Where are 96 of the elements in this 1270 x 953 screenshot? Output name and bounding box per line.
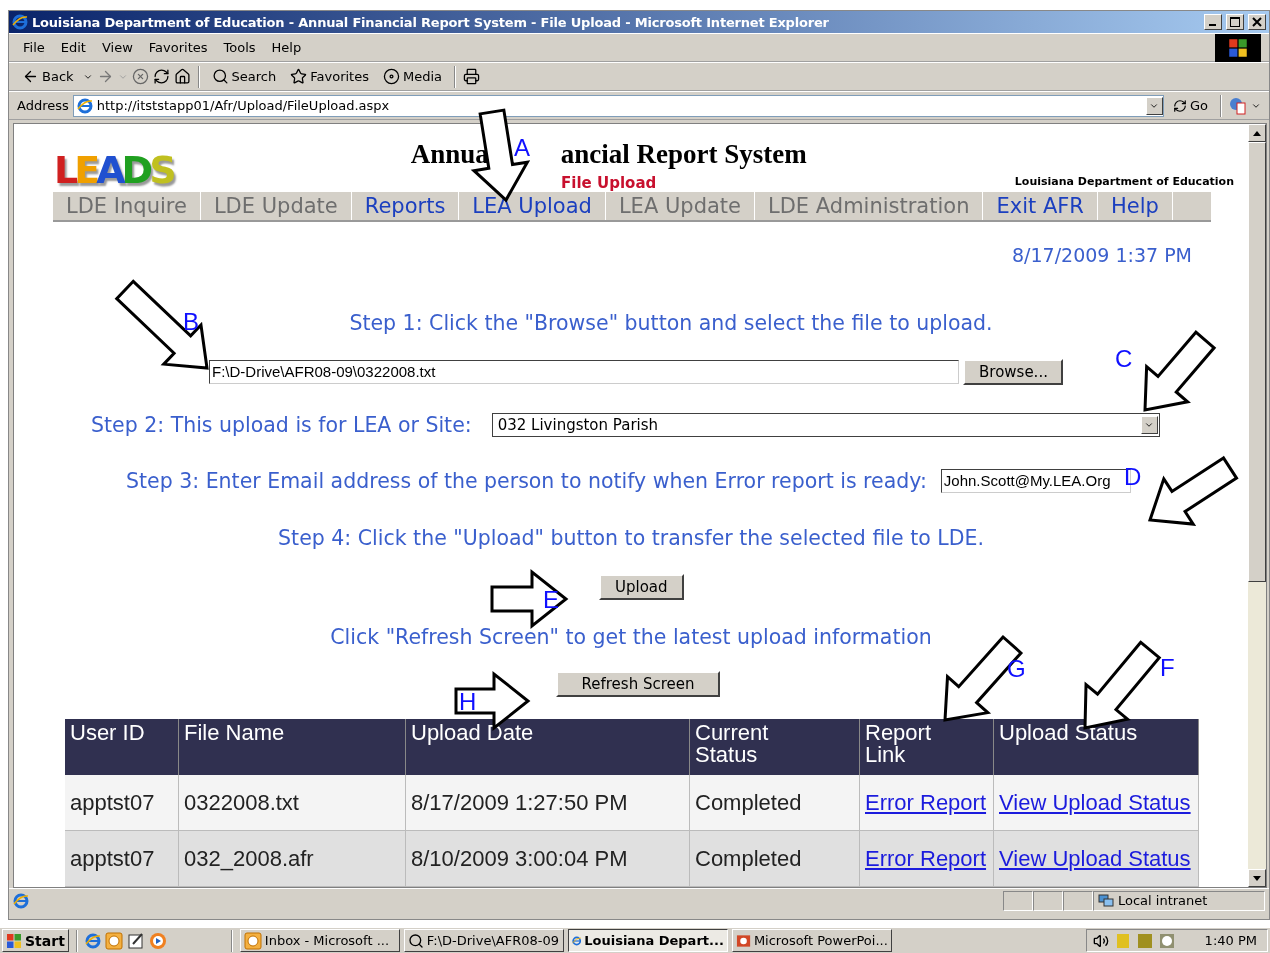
table-cell: 8/10/2009 3:00:04 PM — [406, 831, 690, 887]
nav-link[interactable]: Reports — [351, 192, 460, 221]
nav-link[interactable]: Exit AFR — [983, 192, 1098, 221]
nav-link[interactable]: Help — [1097, 192, 1173, 221]
step-instruction: Step 2: This upload is for LEA or Site: — [91, 413, 472, 437]
menu-item[interactable]: View — [95, 38, 139, 57]
close-icon — [1252, 17, 1262, 27]
stop-icon[interactable] — [131, 68, 149, 85]
notepad-icon[interactable] — [126, 931, 145, 950]
callout-label: E — [543, 588, 559, 612]
home-icon[interactable] — [173, 68, 191, 85]
back-arrow-icon[interactable] — [22, 68, 39, 85]
callout-label: C — [1115, 347, 1133, 371]
presentation-icon — [735, 932, 751, 949]
minimize-button[interactable] — [1204, 14, 1222, 30]
column-header: Current Status — [690, 719, 860, 775]
table-cell: apptst07 — [65, 775, 179, 831]
column-header: File Name — [179, 719, 406, 775]
callout-label: A — [514, 136, 530, 160]
taskbar-button[interactable]: F:\D-Drive\AFR08-09 — [403, 929, 564, 952]
tray-app-icon[interactable] — [1158, 932, 1175, 949]
page-title: ancial Report System — [560, 139, 807, 171]
go-arrow-icon — [1172, 98, 1187, 113]
step-instruction: Step 4: Click the "Upload" button to transfer the selected file to LDE. — [278, 526, 984, 550]
menu-item[interactable]: Help — [265, 38, 308, 57]
address-label: Address — [17, 98, 69, 113]
callout-label: B — [183, 310, 199, 334]
status-bar-panel — [1003, 890, 1033, 911]
maximize-button[interactable] — [1226, 14, 1244, 30]
callout-label: F — [1160, 656, 1175, 680]
refresh-screen-button[interactable]: Refresh Screen — [556, 671, 720, 697]
menu-item[interactable]: Edit — [54, 38, 92, 57]
refresh-icon[interactable] — [152, 68, 170, 85]
star-icon[interactable] — [290, 68, 308, 85]
taskbar-button[interactable]: Inbox - Microsoft ... — [239, 929, 400, 952]
scroll-down-icon[interactable] — [1253, 875, 1261, 881]
go-button[interactable]: Go — [1167, 96, 1213, 115]
internet-explorer-icon — [76, 97, 93, 114]
windows-logo-icon — [1228, 37, 1248, 58]
speaker-icon[interactable] — [1092, 932, 1109, 949]
browse-button[interactable]: Browse... — [963, 359, 1063, 385]
table-cell: apptst07 — [65, 831, 179, 887]
table-cell: 0322008.txt — [179, 775, 406, 831]
security-zone: Local intranet — [1093, 890, 1265, 911]
search-icon — [407, 932, 424, 949]
printer-icon[interactable] — [463, 68, 480, 85]
clock-icon[interactable] — [243, 931, 262, 950]
date-time: 8/17/2009 1:37 PM — [1011, 244, 1192, 267]
scroll-up-icon[interactable] — [1253, 130, 1261, 136]
leads-logo: LEADS — [54, 148, 173, 193]
site-select[interactable]: 032 Livingston Parish — [491, 413, 1160, 437]
callout-label: G — [1007, 657, 1026, 681]
table-cell: Completed — [690, 831, 860, 887]
disc-icon[interactable] — [382, 68, 400, 85]
start-button[interactable]: Start — [2, 929, 69, 952]
taskbar-button[interactable]: Louisiana Depart... — [567, 929, 728, 952]
internet-explorer-icon — [12, 14, 28, 30]
toolbar-button[interactable]: Media — [377, 66, 447, 87]
step-instruction: Step 1: Click the "Browse" button and select the file to upload. — [349, 311, 993, 335]
taskbar-button[interactable]: Microsoft PowerPoi... — [731, 929, 892, 952]
menu-item[interactable]: Tools — [217, 38, 262, 57]
column-header: Report Link — [860, 719, 994, 775]
menu-item[interactable]: File — [17, 38, 51, 57]
refresh-instruction: Click "Refresh Screen" to get the latest upload information — [330, 625, 932, 649]
toolbar-button[interactable]: Back — [17, 66, 79, 87]
status-bar-panel — [1063, 890, 1093, 911]
maximize-icon — [1230, 17, 1240, 27]
file-path-field[interactable]: F:\D-Drive\AFR08-09\0322008.txt — [209, 360, 959, 384]
internet-explorer-icon — [84, 932, 101, 949]
page-subtitle: File Upload — [561, 174, 657, 193]
menu-item[interactable]: Favorites — [142, 38, 214, 57]
upload-button[interactable]: Upload — [599, 574, 684, 600]
dropdown-caret-icon[interactable] — [1144, 420, 1155, 430]
step-instruction: Step 3: Enter Email address of the person to notify when Error report is ready: — [126, 469, 927, 493]
column-header: Upload Status — [994, 719, 1199, 775]
windows-logo-icon — [6, 932, 22, 949]
internet-explorer-icon — [13, 892, 29, 909]
search-icon[interactable] — [211, 68, 229, 85]
toolbar-button[interactable]: Search — [206, 66, 282, 87]
column-header: User ID — [65, 719, 179, 775]
table-cell: Completed — [690, 775, 860, 831]
window-title: Louisiana Department of Education - Annual Financial Report System - File Upload - Microsoft Internet Explorer — [32, 14, 830, 30]
network-icon — [1098, 893, 1114, 908]
media-player-icon[interactable] — [148, 931, 167, 950]
toolbar-button[interactable]: Favorites — [285, 66, 374, 87]
callout-label: H — [459, 690, 477, 714]
clock: 1:40 PM — [1204, 933, 1257, 948]
organization-name: Louisiana Department of Education — [1014, 175, 1234, 189]
vertical-scrollbar[interactable] — [1248, 124, 1266, 887]
column-header: Upload Date — [406, 719, 690, 775]
address-field[interactable]: http://itststapp01/Afr/Upload/FileUpload.aspx — [72, 94, 1164, 117]
table-cell: 032_2008.afr — [179, 831, 406, 887]
pdf-icon[interactable] — [1229, 96, 1247, 115]
status-bar-panel — [1033, 890, 1063, 911]
table-cell: 8/17/2009 1:27:50 PM — [406, 775, 690, 831]
close-button[interactable] — [1248, 14, 1266, 30]
